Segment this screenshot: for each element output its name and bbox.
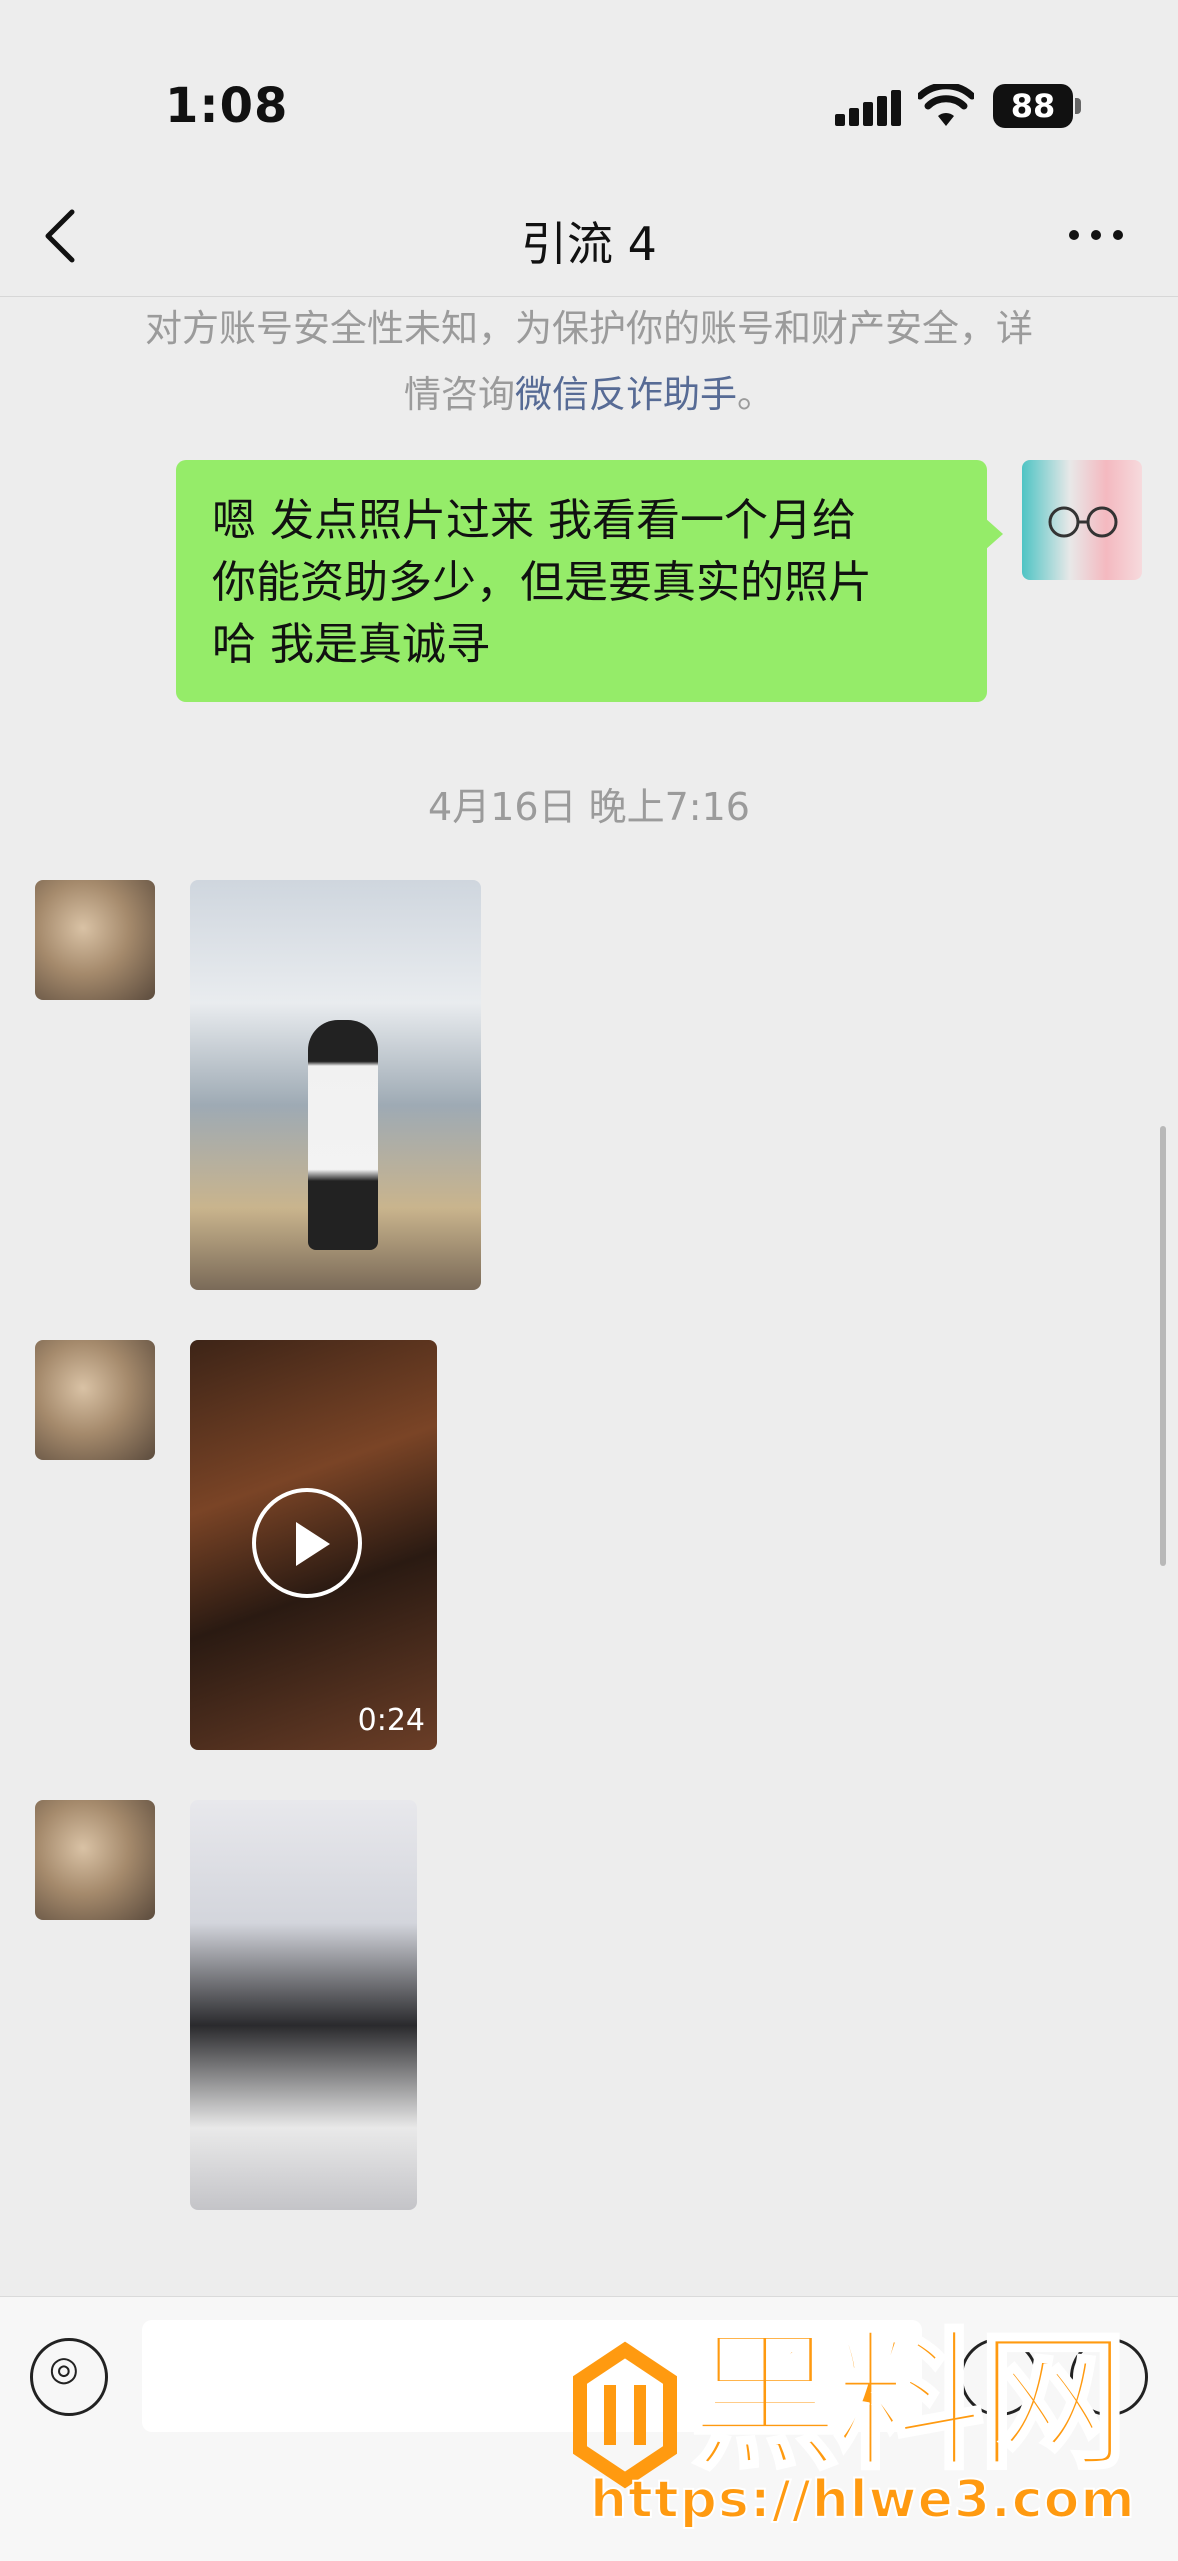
incoming-video[interactable]: 0:24 [190,1340,437,1750]
security-notice: 对方账号安全性未知，为保护你的账号和财产安全，详 情咨询微信反诈助手。 [60,296,1118,428]
chat-title: 引流 4 [521,217,657,271]
voice-input-icon[interactable] [30,2338,108,2416]
wifi-icon [918,84,974,126]
my-avatar[interactable] [1022,460,1142,580]
message-timestamp: 4月16日 晚上7:16 [428,785,750,829]
watermark-url: https://hlwe3.com [589,2469,1136,2531]
watermark-title: 黑料网 [688,2316,1130,2490]
battery-icon: 88 [993,84,1081,128]
status-time: 1:08 [165,78,289,134]
notice-line-1: 对方账号安全性未知，为保护你的账号和财产安全，详 [145,307,1033,350]
cellular-signal-icon [835,90,901,126]
incoming-photo[interactable] [190,880,481,1290]
contact-avatar[interactable] [35,880,155,1000]
contact-avatar[interactable] [35,1800,155,1920]
more-options-icon[interactable] [1066,220,1126,250]
incoming-photo[interactable] [190,1800,417,2210]
video-duration: 0:24 [357,1703,425,1738]
watermark-logo-icon [573,2341,677,2489]
outgoing-message-bubble[interactable]: 嗯 发点照片过来 我看看一个月给 你能资助多少，但是要真实的照片 哈 我是真诚寻 [176,460,1003,702]
message-line: 你能资助多少，但是要真实的照片 [212,557,872,608]
play-icon[interactable] [252,1488,362,1598]
message-line: 嗯 发点照片过来 我看看一个月给 [212,495,856,546]
glasses-icon [1048,506,1118,538]
message-line: 哈 我是真诚寻 [212,619,490,670]
battery-level: 88 [993,84,1073,128]
notice-line-2: 情咨询微信反诈助手。 [404,373,774,416]
scrollbar[interactable] [1160,1126,1166,1566]
anti-fraud-link[interactable]: 微信反诈助手 [515,373,737,416]
status-bar: 1:08 88 [0,0,1178,200]
contact-avatar[interactable] [35,1340,155,1460]
